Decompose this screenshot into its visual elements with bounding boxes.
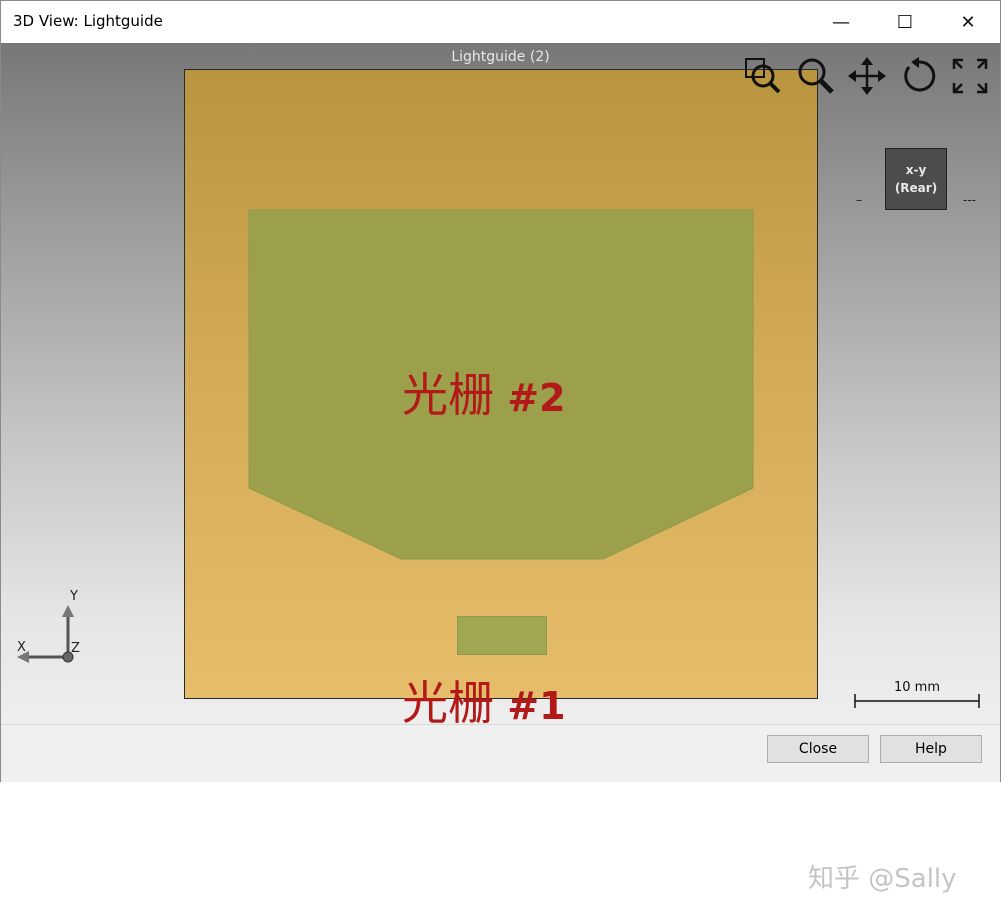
- orientation-view: x-y: [905, 163, 927, 177]
- minimize-button[interactable]: —: [809, 1, 873, 43]
- orientation-side: (Rear): [894, 181, 938, 195]
- orientation-dash-left: –: [856, 193, 862, 207]
- axis-y-label: Y: [69, 589, 78, 604]
- axis-triad: Y X Z: [13, 589, 93, 673]
- window-title: 3D View: Lightguide: [13, 12, 163, 30]
- annotation-grating-1: 光栅 #1: [402, 680, 566, 726]
- orientation-dash-right: ---: [963, 193, 976, 207]
- watermark: 知乎 @Sally: [808, 864, 957, 894]
- close-window-button[interactable]: ✕: [936, 1, 1000, 43]
- maximize-button[interactable]: ☐: [873, 1, 937, 43]
- help-button[interactable]: Help: [880, 735, 982, 763]
- grating-1-shape[interactable]: [457, 616, 547, 655]
- dialog-footer: Close Help: [1, 724, 1000, 782]
- rotate-icon[interactable]: [898, 55, 940, 97]
- title-bar: 3D View: Lightguide — ☐ ✕: [1, 1, 1000, 43]
- pan-icon[interactable]: [846, 55, 888, 97]
- orientation-cube[interactable]: x-y (Rear): [885, 148, 947, 210]
- axis-x-label: X: [17, 640, 26, 655]
- annotation-grating-1-cn: 光栅: [402, 676, 494, 730]
- scale-bar: 10 mm: [853, 680, 981, 710]
- zoom-region-icon[interactable]: [742, 55, 784, 97]
- annotation-grating-1-num: #1: [494, 684, 566, 728]
- fit-view-icon[interactable]: [949, 55, 991, 97]
- annotation-grating-2: 光栅 #2: [402, 372, 566, 418]
- axis-z-label: Z: [71, 641, 80, 656]
- annotation-grating-2-cn: 光栅: [402, 368, 494, 422]
- close-button[interactable]: Close: [767, 735, 869, 763]
- annotation-grating-2-num: #2: [494, 376, 566, 420]
- zoom-icon[interactable]: [795, 55, 837, 97]
